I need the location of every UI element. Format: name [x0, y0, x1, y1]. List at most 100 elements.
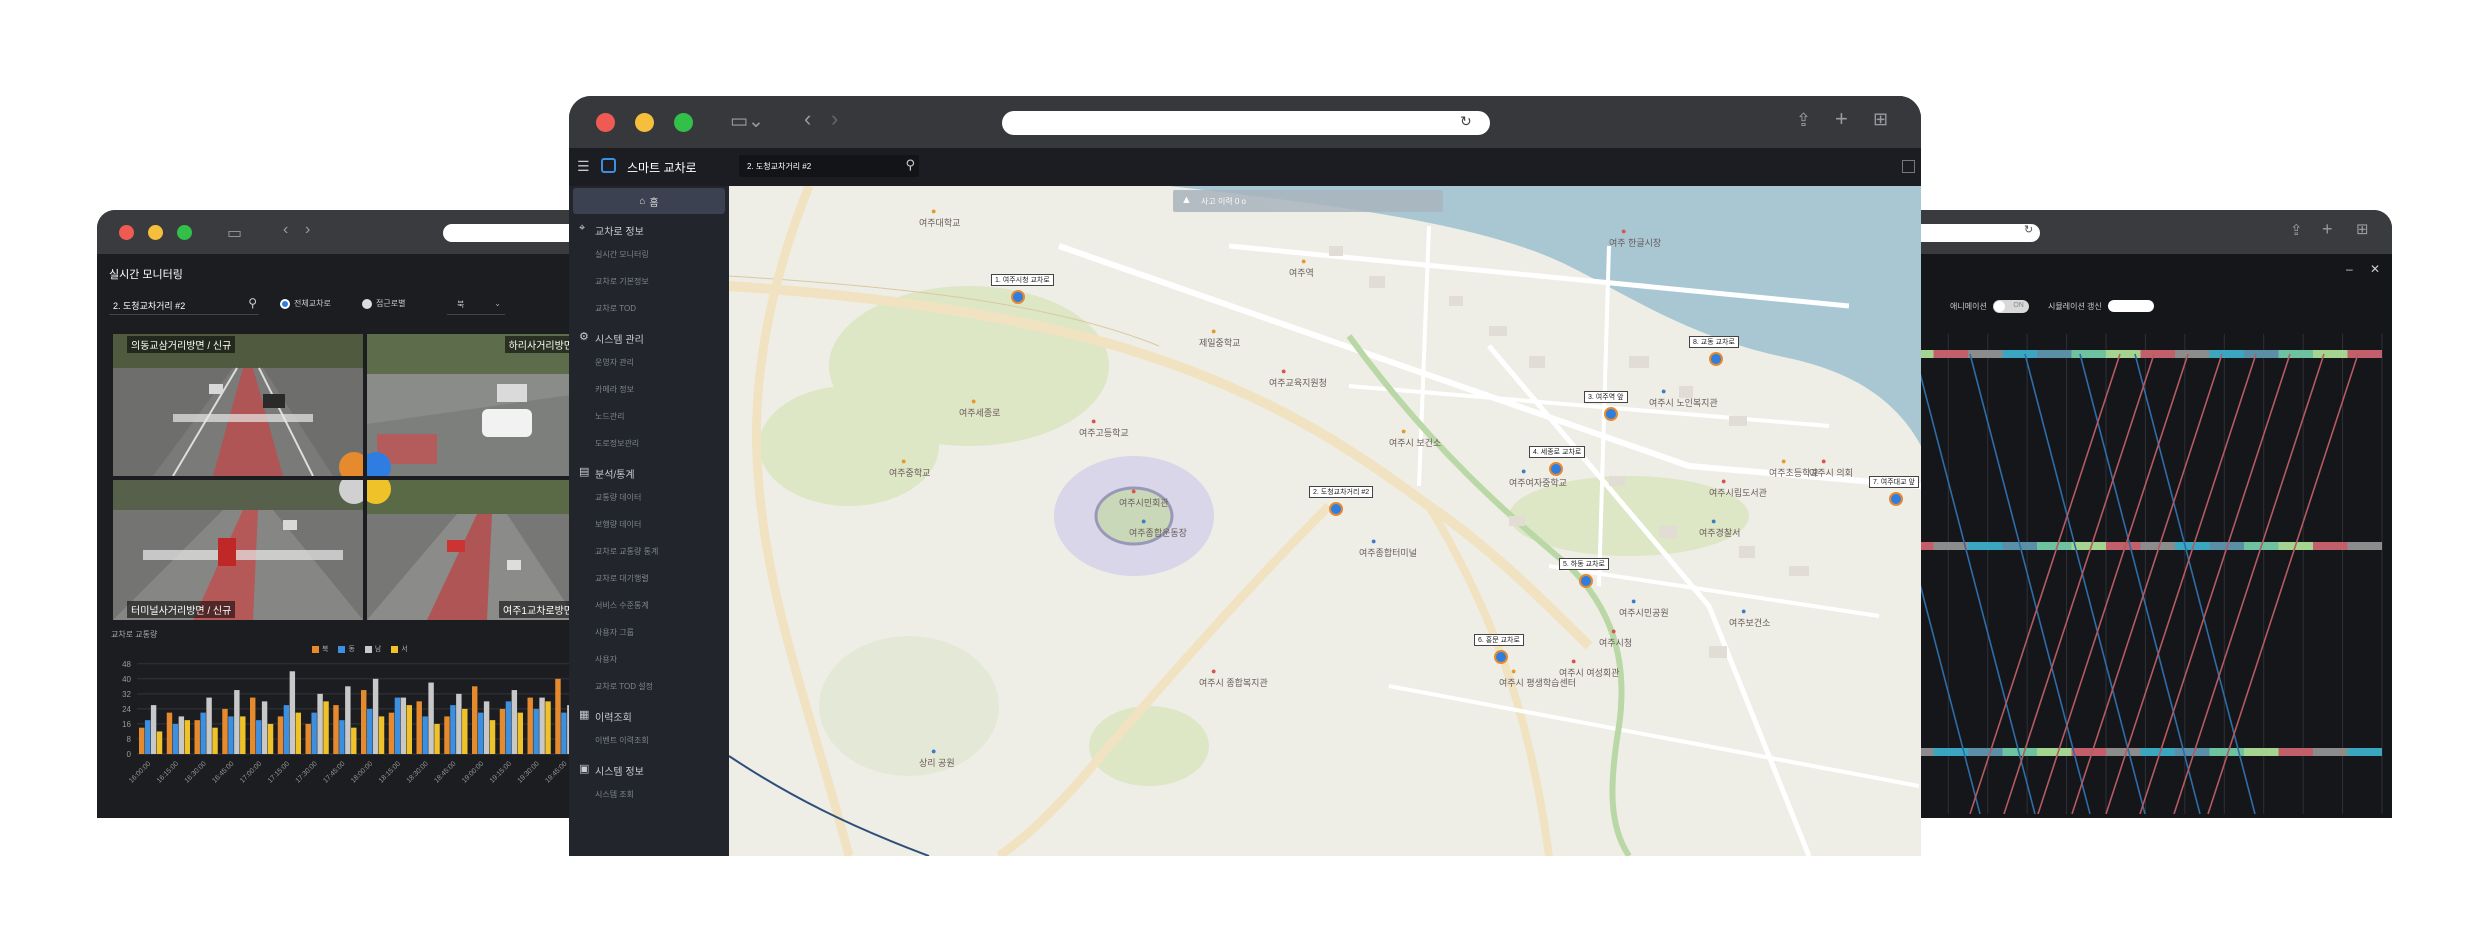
- map-poi[interactable]: ● 여주시 노인복지관: [1649, 386, 1718, 409]
- window-minimize-icon[interactable]: –: [2346, 262, 2353, 276]
- intersection-camera-icon[interactable]: [1549, 462, 1563, 476]
- camera-feed-4[interactable]: 여주1교차로방면: [367, 480, 577, 620]
- map-poi[interactable]: ● 여주 한글시장: [1609, 226, 1661, 249]
- bar-남[interactable]: [317, 693, 323, 754]
- bar-서[interactable]: [489, 720, 496, 754]
- bar-서[interactable]: [156, 731, 163, 754]
- sidebar-item[interactable]: 교차로 교통량 통계: [595, 546, 658, 557]
- sidebar-toggle-icon[interactable]: ▭: [227, 223, 242, 243]
- bar-동[interactable]: [311, 712, 317, 754]
- sidebar-item[interactable]: 서비스 수준통계: [595, 600, 649, 611]
- forward-arrow-icon[interactable]: ›: [831, 106, 838, 132]
- bar-북[interactable]: [499, 708, 506, 754]
- intersection-camera-icon[interactable]: [1709, 352, 1723, 366]
- intersection-marker-label[interactable]: 6. 홍문 교차로: [1474, 634, 1524, 646]
- bar-남[interactable]: [234, 690, 240, 754]
- map-poi[interactable]: ● 여주대학교: [919, 206, 960, 229]
- tab-overview-icon[interactable]: ⊞: [1873, 109, 1888, 130]
- bar-남[interactable]: [372, 678, 379, 754]
- intersection-camera-icon[interactable]: [1579, 574, 1593, 588]
- map-poi[interactable]: ● 여주보건소: [1729, 606, 1770, 629]
- animation-toggle[interactable]: 애니메이션 ON: [1950, 300, 2029, 313]
- sidebar-item[interactable]: 보행량 데이터: [595, 519, 641, 530]
- map-poi[interactable]: ● 여주역: [1289, 256, 1314, 279]
- bar-북[interactable]: [388, 712, 395, 754]
- bar-서[interactable]: [267, 723, 274, 754]
- back-arrow-icon[interactable]: ‹: [283, 221, 288, 239]
- bar-서[interactable]: [323, 701, 329, 754]
- bar-남[interactable]: [150, 705, 157, 754]
- bar-동[interactable]: [561, 712, 567, 754]
- main-search-input[interactable]: 2. 도청교차거리 #2 ⚲: [739, 155, 919, 177]
- bar-북[interactable]: [277, 716, 284, 754]
- intersection-camera-icon[interactable]: [1889, 492, 1903, 506]
- sidebar-item[interactable]: 이벤트 이력조회: [595, 735, 649, 746]
- bar-동[interactable]: [394, 697, 401, 754]
- bar-북[interactable]: [333, 705, 339, 754]
- bar-남[interactable]: [483, 701, 490, 754]
- sidebar-toggle-icon[interactable]: ▭⌄: [730, 110, 764, 133]
- sidebar-item[interactable]: 교통량 데이터: [595, 492, 641, 503]
- map-poi[interactable]: ● 제일중학교: [1199, 326, 1240, 349]
- share-icon[interactable]: ⇪: [2290, 221, 2303, 239]
- bar-북[interactable]: [472, 686, 478, 754]
- fullscreen-icon[interactable]: [1902, 160, 1915, 173]
- intersection-camera-icon[interactable]: [1329, 502, 1343, 516]
- bar-서[interactable]: [295, 712, 301, 754]
- bar-북[interactable]: [139, 727, 145, 754]
- sidebar-item[interactable]: 도로정보관리: [595, 438, 639, 449]
- bar-남[interactable]: [178, 716, 185, 754]
- map-poi[interactable]: ● 여주경찰서: [1699, 516, 1740, 539]
- new-tab-icon[interactable]: +: [1835, 106, 1848, 132]
- share-icon[interactable]: ⇪: [1796, 110, 1811, 131]
- zoom-window-button[interactable]: [177, 225, 192, 240]
- back-arrow-icon[interactable]: ‹: [804, 106, 811, 132]
- bar-서[interactable]: [184, 720, 190, 754]
- main-url-bar[interactable]: [1002, 111, 1490, 135]
- hamburger-menu-icon[interactable]: ☰: [577, 158, 590, 175]
- bar-동[interactable]: [533, 708, 539, 754]
- incident-alert-bar[interactable]: ▲ 사고 이력 0 o: [1173, 190, 1443, 212]
- minimize-window-button[interactable]: [148, 225, 163, 240]
- map-poi[interactable]: ● 여주시 보건소: [1389, 426, 1441, 449]
- bar-동[interactable]: [228, 716, 234, 754]
- camera-feed-2[interactable]: 하리사거리방면: [367, 334, 577, 476]
- sidebar-item[interactable]: 사용자 그룹: [595, 627, 634, 638]
- map-poi[interactable]: ● 여주종합터미널: [1359, 536, 1417, 559]
- refresh-interval-input[interactable]: [2107, 300, 2154, 312]
- bar-서[interactable]: [378, 716, 385, 754]
- search-icon[interactable]: ⚲: [248, 296, 257, 310]
- bar-남[interactable]: [206, 697, 212, 754]
- camera-feed-1[interactable]: 의동교삼거리방면 / 신규: [113, 334, 363, 476]
- intersection-marker-label[interactable]: 7. 여주대교 앞: [1869, 476, 1919, 488]
- bar-서[interactable]: [545, 701, 551, 754]
- bar-동[interactable]: [505, 701, 512, 754]
- bar-동[interactable]: [339, 720, 345, 754]
- bar-남[interactable]: [289, 671, 296, 754]
- bar-북[interactable]: [250, 697, 256, 754]
- sidebar-item[interactable]: 교차로 TOD: [595, 303, 636, 314]
- bar-서[interactable]: [240, 716, 246, 754]
- forward-arrow-icon[interactable]: ›: [305, 221, 310, 239]
- bar-남[interactable]: [428, 682, 434, 754]
- bar-서[interactable]: [462, 708, 468, 754]
- bar-북[interactable]: [166, 712, 173, 754]
- intersection-camera-icon[interactable]: [1011, 290, 1025, 304]
- intersection-marker-label[interactable]: 8. 교동 교차로: [1689, 336, 1739, 348]
- sidebar-item[interactable]: 사용자: [595, 654, 617, 665]
- map-poi[interactable]: ● 여주시 종합복지관: [1199, 666, 1268, 689]
- intersection-marker-label[interactable]: 5. 하동 교차로: [1559, 558, 1609, 570]
- refresh-interval-field[interactable]: 시뮬레이션 갱신: [2048, 300, 2154, 312]
- reload-icon[interactable]: ↻: [2024, 223, 2033, 236]
- bar-남[interactable]: [539, 697, 545, 754]
- bar-서[interactable]: [212, 727, 218, 754]
- sidebar-item[interactable]: 실시간 모니터링: [595, 249, 649, 260]
- bar-동[interactable]: [283, 705, 290, 754]
- bar-북[interactable]: [194, 720, 200, 754]
- minimize-window-button[interactable]: [635, 113, 654, 132]
- bar-서[interactable]: [434, 723, 440, 754]
- bar-동[interactable]: [450, 705, 456, 754]
- intersection-marker-label[interactable]: 1. 여주시청 교차로: [991, 274, 1054, 286]
- bar-동[interactable]: [422, 716, 428, 754]
- reload-icon[interactable]: ↻: [1460, 113, 1472, 130]
